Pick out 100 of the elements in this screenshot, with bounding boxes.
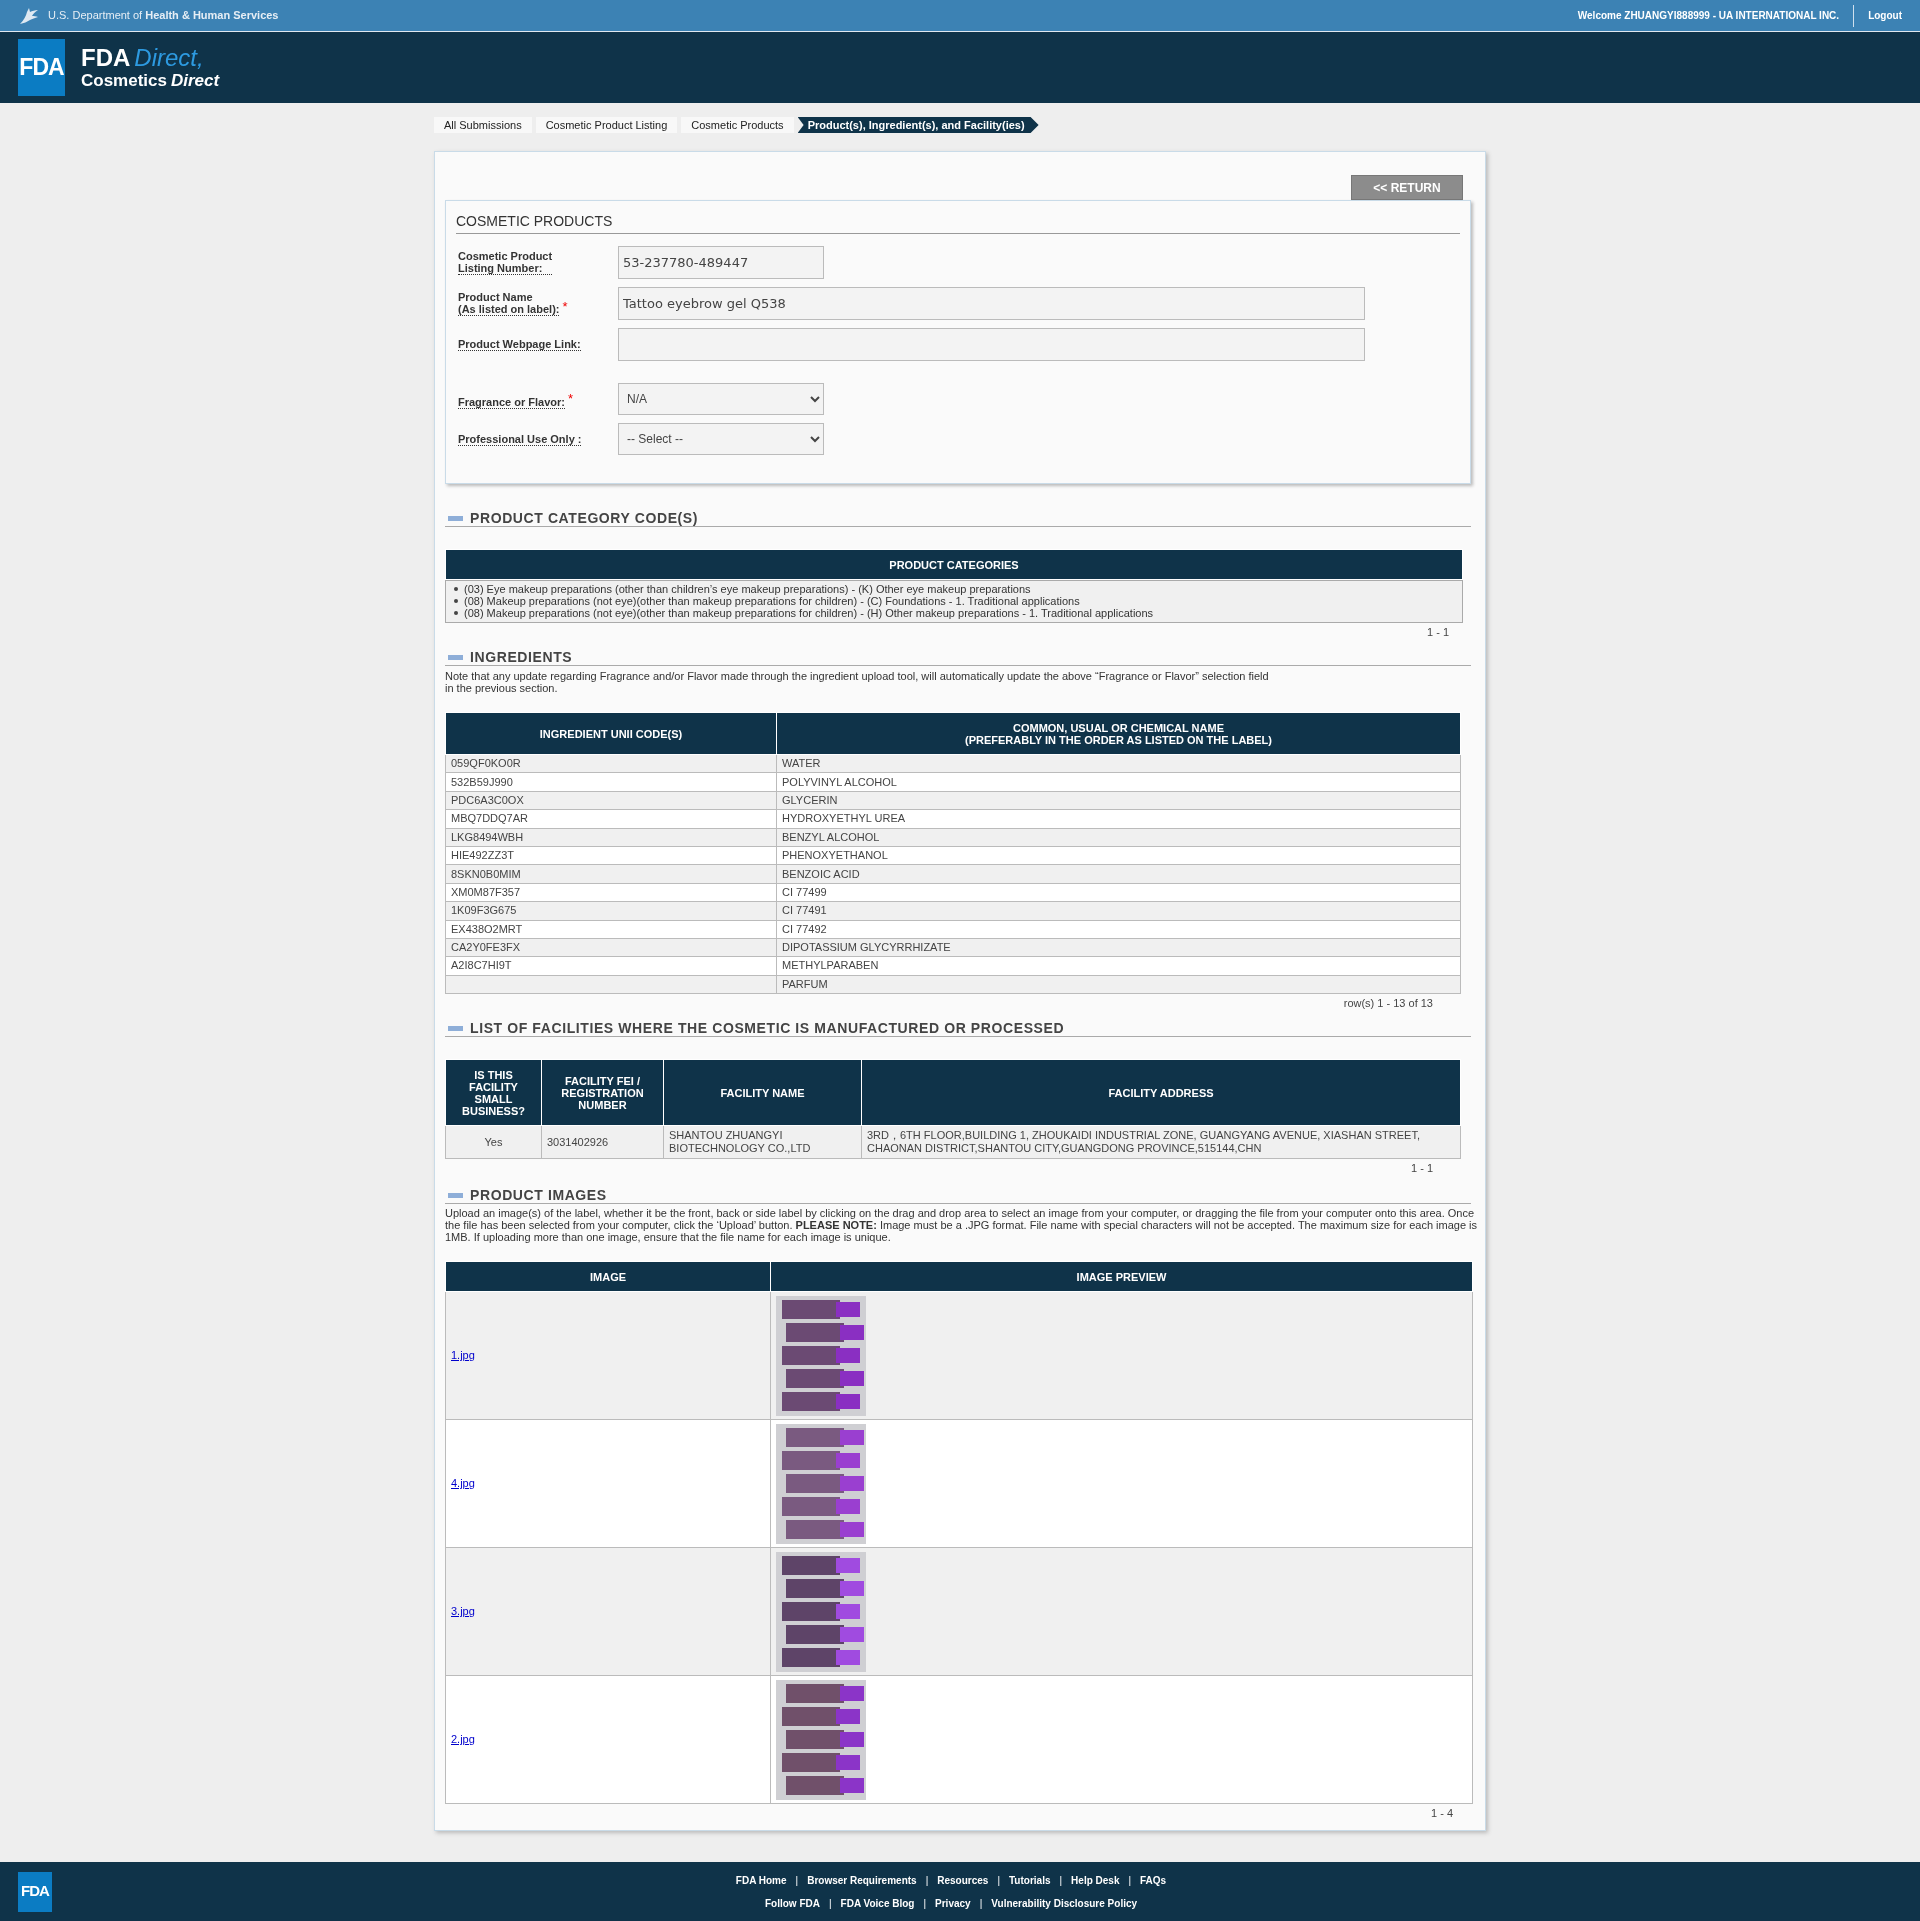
table-cell: 1K09F3G675 [445,901,777,920]
breadcrumb-item[interactable]: Product(s), Ingredient(s), and Facility(ies) [797,117,1039,133]
file-link[interactable]: 1.jpg [451,1349,475,1362]
table-cell: CI 77492 [776,920,1461,939]
table-cell: PARFUM [776,975,1461,994]
separator-text: | [1059,1873,1063,1888]
breadcrumb-item[interactable]: All Submissions [434,117,532,133]
section-title: PRODUCT CATEGORY CODE(S) [470,510,699,526]
required-mark: * [568,390,574,409]
table-cell: LKG8494WBH [445,828,777,847]
app-subtitle: Cosmetics [81,70,167,91]
app-title: FDA [81,44,131,71]
logout-link[interactable]: Logout [1854,8,1902,23]
footer-link[interactable]: Vulnerability Disclosure Policy [991,1895,1138,1911]
column-header: FACILITY ADDRESS [861,1059,1461,1126]
table-cell: 059QF0KO0R [445,754,777,773]
pager-text: 1 - 4 [1430,1806,1453,1821]
collapse-icon[interactable] [448,1192,463,1198]
required-mark: * [562,297,568,316]
separator-text: | [828,1896,832,1911]
table-cell: EX438O2MRT [445,920,777,939]
footer-link[interactable]: FDA Home [735,1872,787,1888]
table-cell: CA2Y0FE3FX [445,938,777,957]
file-link[interactable]: 3.jpg [451,1605,475,1618]
dropdown[interactable]: N/A [618,383,824,415]
table-cell: 8SKN0B0MIM [445,864,777,884]
footer-link[interactable]: Resources [937,1872,989,1888]
table-cell: HYDROXYETHYL UREA [776,809,1461,829]
logo: FDA [18,39,65,96]
column-header: FACILITY NAME [663,1059,862,1126]
separator-text: | [1128,1873,1132,1888]
field-label: Product Webpage Link: [458,338,581,351]
welcome-text: Welcome ZHUANGYI888999 - UA INTERNATIONAL INC. [1577,4,1855,27]
logo: FDA [18,1871,52,1912]
field-label: Cosmetic Product Listing Number: [458,250,553,275]
separator-text: | [923,1896,927,1911]
pager-text: row(s) 1 - 13 of 13 [1342,996,1433,1011]
note-text: Note that any update regarding Fragrance and/or Flavor made through the ingredient upload tool, will automatically update the above “Fragrance or Flavor” selection field in the previous section. [445,670,1270,694]
table-cell: BENZYL ALCOHOL [776,828,1461,847]
file-link[interactable]: 4.jpg [451,1477,475,1490]
separator-text: | [795,1873,799,1888]
footer-link[interactable]: Help Desk [1071,1872,1120,1888]
table-cell: METHYLPARABEN [776,956,1461,976]
field-label: Fragrance or Flavor: [458,395,565,409]
column-header: FACILITY FEI / REGISTRATION NUMBER [541,1059,664,1126]
column-header: IMAGE PREVIEW [770,1261,1473,1292]
table-cell: POLYVINYL ALCOHOL [776,772,1461,792]
table-cell: WATER [776,754,1461,773]
table-cell: CI 77491 [776,901,1461,920]
column-header: IS THIS FACILITY SMALL BUSINESS? [445,1059,542,1126]
table-cell: 3RD，6TH FLOOR,BUILDING 1, ZHOUKAIDI INDUSTRIAL ZONE, GUANGYANG AVENUE, XIASHAN STREET, CHAONAN DISTRICT,SHANTOU CITY,GUANGDONG PROVINCE,515144,CHN [861,1125,1461,1159]
breadcrumb-item[interactable]: Cosmetic Product Listing [535,117,678,133]
input-field[interactable]: 53-237780-489447 [618,246,824,279]
input-field[interactable]: Tattoo eyebrow gel Q538 [618,287,1365,320]
table-cell: 532B59J990 [445,772,777,792]
pager-text: 1 - 1 [1426,625,1449,639]
category-item: (03) Eye makeup preparations (other than children’s eye makeup preparations) - (K) Other eye makeup preparations [464,583,1031,595]
bullet-icon [454,599,458,603]
table-cell: HIE492ZZ3T [445,846,777,865]
table-cell: PDC6A3C0OX [445,791,777,810]
table-cell: GLYCERIN [776,791,1461,810]
column-header: COMMON, USUAL OR CHEMICAL NAME (PREFERABLY IN THE ORDER AS LISTED ON THE LABEL) [776,712,1461,755]
footer-link[interactable]: Browser Requirements [807,1872,917,1888]
section-title: COSMETIC PRODUCTS [456,211,1460,234]
field-label: Product Name (As listed on label): [458,291,560,316]
column-header: INGREDIENT UNII CODE(S) [445,712,777,755]
table-cell: A2I8C7HI9T [445,956,777,976]
table-cell: DIPOTASSIUM GLYCYRRHIZATE [776,938,1461,957]
table-cell: SHANTOU ZHUANGYI BIOTECHNOLOGY CO.,LTD [663,1125,862,1159]
footer-link[interactable]: Privacy [935,1895,971,1911]
separator-text: | [925,1873,929,1888]
table-cell: CI 77499 [776,883,1461,902]
collapse-icon[interactable] [448,1025,463,1031]
dropdown[interactable]: -- Select -- [618,423,824,455]
footer-link[interactable]: Tutorials [1009,1872,1051,1888]
footer-link[interactable]: FAQs [1140,1872,1167,1888]
note-text: Upload an image(s) of the label, whether it be the front, back or side label by clicking on the drag and drop area to select an image from your computer, or dragging the file from your computer onto this area. Once the file has been selected from your computer, click the ‘Upload’ button. PLEASE NOTE: Image must be a .JPG format. File name with special characters will not be accepted. The maximum size for each image is 1MB. If uploading more than one image, ensure that the file name for each image is unique. [445,1207,1478,1244]
app-title-accent: Direct, [134,44,204,71]
table-cell: PHENOXYETHANOL [776,846,1461,865]
breadcrumb-item[interactable]: Cosmetic Products [681,117,794,133]
table-cell: 3031402926 [541,1125,664,1159]
column-header: PRODUCT CATEGORIES [445,549,1463,580]
input-field[interactable] [618,328,1365,361]
footer-link[interactable]: Follow FDA [764,1895,820,1911]
table-cell: MBQ7DDQ7AR [445,809,777,829]
file-link[interactable]: 2.jpg [451,1733,475,1746]
app-subtitle-accent: Direct [171,70,220,91]
collapse-icon[interactable] [448,654,463,660]
category-item: (08) Makeup preparations (not eye)(other than makeup preparations for children) - (C) Foundations - 1. Traditional applications [464,595,1080,607]
field-label: Professional Use Only : [458,432,582,446]
table-cell: Yes [445,1125,542,1159]
separator-text: | [979,1896,983,1911]
table-cell: XM0M87F357 [445,883,777,902]
section-title: PRODUCT IMAGES [470,1187,607,1204]
category-item: (08) Makeup preparations (not eye)(other than makeup preparations for children) - (H) Other makeup preparations - 1. Traditional applications [464,607,1154,619]
section-title: LIST OF FACILITIES WHERE THE COSMETIC IS MANUFACTURED OR PROCESSED [470,1020,1065,1037]
collapse-icon[interactable] [448,515,463,521]
footer-link[interactable]: FDA Voice Blog [840,1895,915,1911]
pager-text: 1 - 1 [1410,1161,1433,1176]
bullet-icon [454,611,458,615]
